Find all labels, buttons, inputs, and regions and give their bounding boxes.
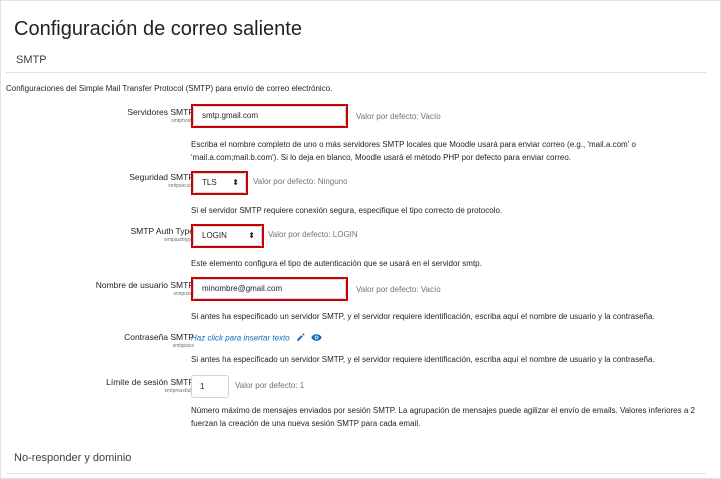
section-header: SMTP (6, 42, 706, 73)
smtpuser-description: Si antes ha especificado un servidor SMT… (191, 312, 655, 321)
smtpauthtype-select[interactable]: LOGIN ⬍ (193, 226, 262, 246)
smtpauthtype-description: Este elemento configura el tipo de auten… (191, 259, 482, 268)
section-intro: Configuraciones del Simple Mail Transfer… (6, 84, 333, 93)
smtpsecure-description: Si el servidor SMTP requiere conexión se… (191, 206, 503, 215)
smtppass-label-group: Contraseña SMTP smtppass (124, 332, 194, 349)
smtphosts-key: smtphosts (171, 118, 194, 124)
smtpuser-label: Nombre de usuario SMTP (95, 280, 194, 290)
smtpuser-label-group: Nombre de usuario SMTP smtpuser (96, 280, 194, 297)
section-title: SMTP (16, 54, 47, 66)
smtpuser-key: smtpuser (173, 291, 194, 297)
divider (6, 473, 706, 474)
smtphosts-label: Servidores SMTP (127, 107, 194, 117)
smtpsecure-label: Seguridad SMTP (129, 172, 194, 182)
page-title: Configuración de correo saliente (14, 18, 302, 40)
insert-text-link[interactable]: Haz click para insertar texto (191, 334, 290, 343)
smtpuser-input[interactable]: minombre@gmail.com (193, 279, 346, 299)
smtppass-key: smtppass (172, 343, 194, 349)
smtpmaxbulk-default: Valor por defecto: 1 (235, 381, 305, 390)
smtpsecure-select[interactable]: TLS ⬍ (193, 173, 246, 193)
smtphosts-label-group: Servidores SMTP smtphosts (127, 107, 194, 124)
smtpsecure-key: smtpsecure (168, 183, 194, 189)
select-caret-icon: ⬍ (232, 178, 239, 187)
smtppass-description: Si antes ha especificado un servidor SMT… (191, 355, 655, 364)
smtpauthtype-default: Valor por defecto: LOGIN (268, 230, 358, 239)
smtpauthtype-value: LOGIN (202, 231, 227, 240)
smtphosts-input[interactable]: smtp.gmail.com (193, 106, 346, 126)
smtpmaxbulk-input[interactable]: 1 (191, 375, 229, 398)
smtpsecure-label-group: Seguridad SMTP smtpsecure (129, 172, 194, 189)
smtpauthtype-label-group: SMTP Auth Type smtpauthtype (131, 226, 194, 243)
smtpsecure-default: Valor por defecto: Ninguno (253, 177, 348, 186)
smtpmaxbulk-description: Número máximo de mensajes enviados por s… (191, 406, 695, 428)
smtphosts-description: Escriba el nombre completo de uno o más … (191, 140, 636, 162)
eye-icon[interactable] (311, 333, 322, 344)
pencil-icon[interactable] (296, 333, 305, 344)
smtpauthtype-label: SMTP Auth Type (130, 226, 194, 236)
smtpsecure-value: TLS (202, 178, 217, 187)
smtpmaxbulk-label: Límite de sesión SMTP (106, 377, 194, 387)
smtpauthtype-key: smtpauthtype (163, 237, 194, 243)
smtpmaxbulk-label-group: Límite de sesión SMTP smtpmaxbulk (106, 377, 194, 394)
no-reply-section-title: No-responder y dominio (14, 452, 132, 464)
smtppass-row: Haz click para insertar texto (191, 333, 322, 344)
smtpuser-default: Valor por defecto: Vacío (356, 285, 441, 294)
select-caret-icon: ⬍ (248, 231, 255, 240)
smtphosts-default: Valor por defecto: Vacío (356, 112, 441, 121)
smtpmaxbulk-key: smtpmaxbulk (164, 388, 194, 394)
smtppass-label: Contraseña SMTP (124, 332, 194, 342)
